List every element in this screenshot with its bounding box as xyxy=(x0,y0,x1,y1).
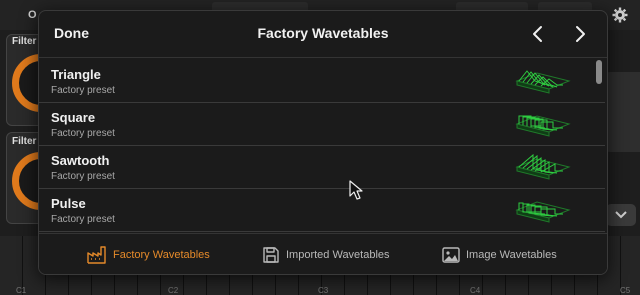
background-waveform-panel xyxy=(604,72,640,152)
wavetable-browser-modal: Done Factory Wavetables Triangle Factory… xyxy=(38,10,608,275)
background-filter-label: Filter xyxy=(12,36,37,47)
chevron-right-icon[interactable] xyxy=(570,23,590,45)
key-octave-label: C5 xyxy=(620,286,631,295)
background-osc-label: O xyxy=(28,9,37,21)
mouse-pointer-icon xyxy=(349,180,363,200)
list-scrollbar[interactable] xyxy=(596,60,602,84)
modal-title: Factory Wavetables xyxy=(257,25,389,41)
image-icon xyxy=(442,247,460,263)
wavetable-subtitle: Factory preset xyxy=(51,214,115,225)
wavetable-name: Pulse xyxy=(51,196,86,211)
modal-header: Done Factory Wavetables xyxy=(39,11,607,58)
wavetable-subtitle: Factory preset xyxy=(51,85,115,96)
wavetable-subtitle: Factory preset xyxy=(51,171,115,182)
chevron-left-icon[interactable] xyxy=(528,23,548,45)
tab-label: Image Wavetables xyxy=(466,249,557,261)
sawtooth-wavetable-thumbnail-icon xyxy=(515,153,571,180)
list-item-square[interactable]: Square Factory preset xyxy=(39,103,605,146)
key-octave-label: C1 xyxy=(16,286,27,295)
list-item-pulse[interactable]: Pulse Factory preset xyxy=(39,189,605,232)
factory-icon xyxy=(87,246,106,264)
tab-label: Imported Wavetables xyxy=(286,249,390,261)
list-item-sawtooth[interactable]: Sawtooth Factory preset xyxy=(39,146,605,189)
background-filter-label: Filter xyxy=(12,136,37,147)
gear-icon[interactable] xyxy=(612,7,628,23)
tab-label: Factory Wavetables xyxy=(113,249,210,261)
wavetable-subtitle: Factory preset xyxy=(51,128,115,139)
key-octave-label: C4 xyxy=(470,286,481,295)
wavetable-source-tabbar: Factory Wavetables Imported Wavetables I… xyxy=(39,233,607,274)
pulse-wavetable-thumbnail-icon xyxy=(515,201,571,223)
key-octave-label: C2 xyxy=(168,286,179,295)
tab-imported-wavetables[interactable]: Imported Wavetables xyxy=(262,246,390,264)
list-item-triangle[interactable]: Triangle Factory preset xyxy=(39,60,605,103)
wavetable-name: Triangle xyxy=(51,67,101,82)
wavetable-name: Square xyxy=(51,110,96,125)
chevron-down-icon[interactable] xyxy=(606,204,636,226)
save-disk-icon xyxy=(263,247,279,263)
wavetable-list[interactable]: Triangle Factory preset Square Factory p… xyxy=(39,60,607,232)
tab-image-wavetables[interactable]: Image Wavetables xyxy=(442,246,557,264)
key-octave-label: C3 xyxy=(318,286,329,295)
wavetable-name: Sawtooth xyxy=(51,153,110,168)
tab-factory-wavetables[interactable]: Factory Wavetables xyxy=(87,246,210,264)
triangle-wavetable-thumbnail-icon xyxy=(515,70,571,94)
square-wavetable-thumbnail-icon xyxy=(515,115,571,137)
